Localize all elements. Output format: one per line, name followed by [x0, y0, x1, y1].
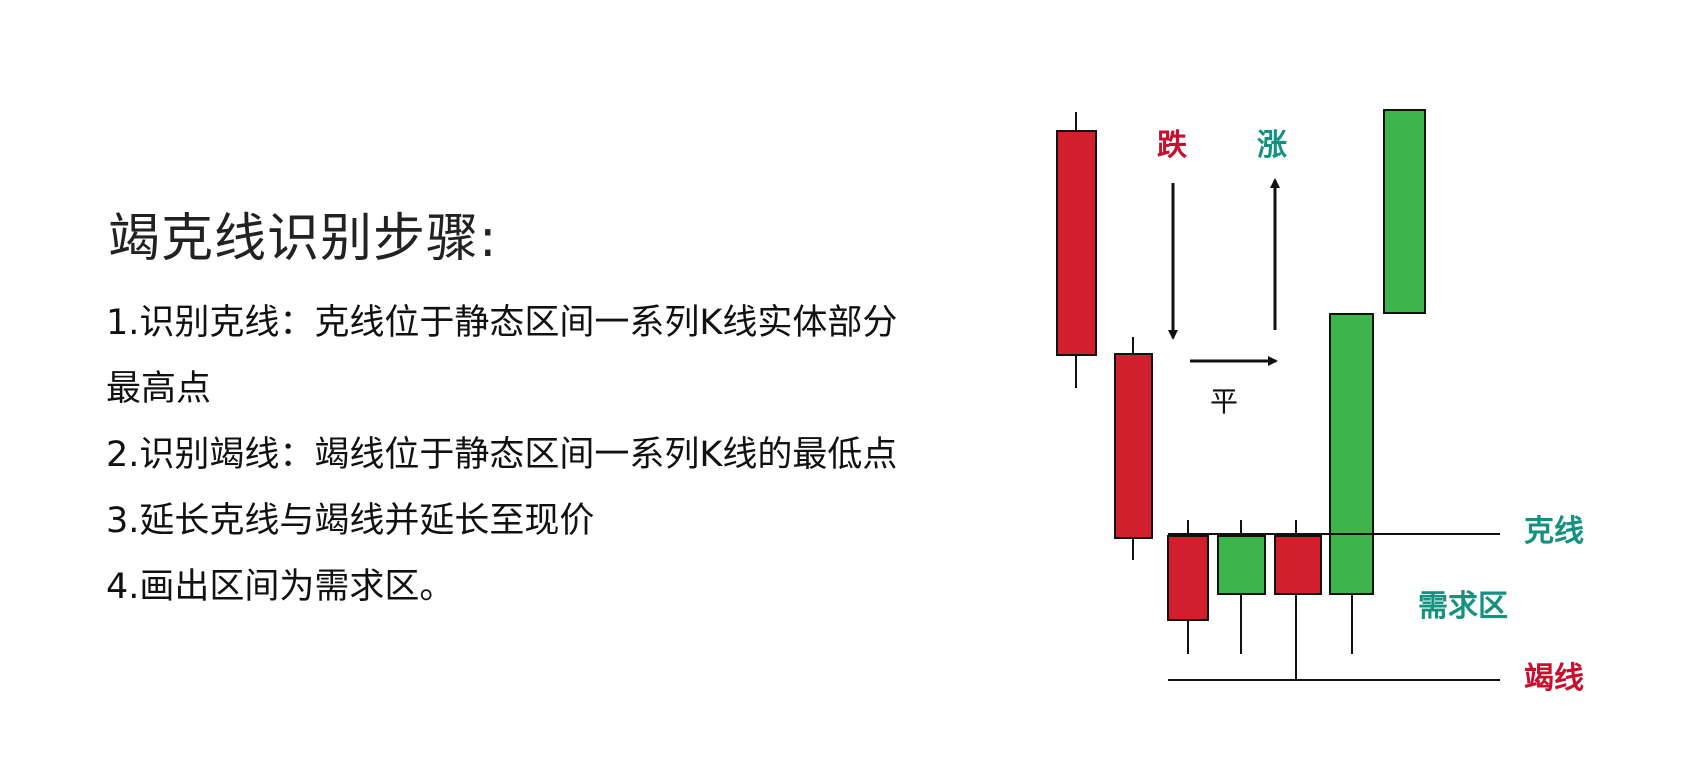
candle-5-bear — [1274, 520, 1322, 680]
label-exhaustion-line: 竭线 — [1524, 661, 1584, 696]
label-fall: 跌 — [1157, 128, 1187, 163]
candle-1-bear — [1056, 112, 1097, 388]
candle-3-bear — [1167, 520, 1209, 654]
label-resistance-line: 克线 — [1524, 514, 1584, 549]
label-rise: 涨 — [1257, 128, 1287, 163]
label-flat: 平 — [1210, 385, 1238, 418]
label-demand-zone: 需求区 — [1418, 589, 1508, 624]
candle-6-bull — [1329, 313, 1374, 654]
candle-7-bull — [1383, 109, 1426, 314]
candlestick-diagram: 跌 涨 平 克线 需求区 竭线 — [1056, 109, 1584, 696]
candle-2-bear — [1114, 337, 1153, 560]
candle-4-bull — [1217, 520, 1266, 654]
